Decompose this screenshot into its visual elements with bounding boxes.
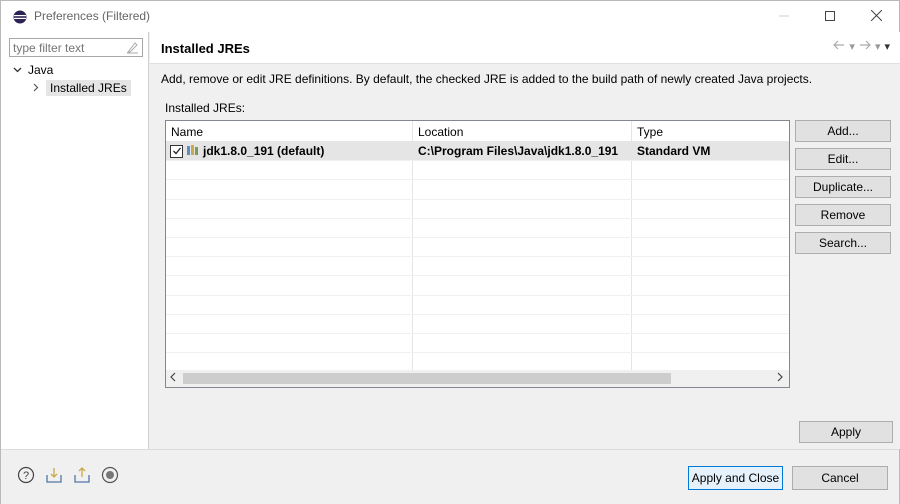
preference-page: Installed JREs ▾ ▾ ▾ Add, remove or edit… (150, 32, 900, 449)
maximize-icon (825, 10, 835, 24)
close-icon (870, 9, 882, 24)
chevron-down-icon[interactable] (13, 63, 22, 77)
eclipse-icon (13, 10, 27, 24)
forward-menu-icon[interactable]: ▾ (875, 40, 881, 53)
export-icon[interactable] (73, 466, 91, 484)
window-title: Preferences (Filtered) (34, 9, 151, 23)
tree-item-label: Installed JREs (46, 80, 131, 96)
table-row-empty (166, 257, 789, 277)
tree-item-java[interactable]: Java (13, 63, 53, 77)
preference-tree-pane: Java Installed JREs (1, 32, 149, 449)
close-button[interactable] (853, 1, 899, 32)
import-icon[interactable] (45, 466, 63, 484)
jre-name: jdk1.8.0_191 (default) (203, 144, 325, 159)
horizontal-scrollbar[interactable] (166, 370, 789, 387)
title-bar: Preferences (Filtered) (1, 1, 899, 32)
table-row-empty (166, 237, 789, 258)
remove-button[interactable]: Remove (795, 204, 891, 226)
page-navigation: ▾ ▾ ▾ (833, 40, 890, 53)
edit-button[interactable]: Edit... (795, 148, 891, 170)
column-header-type[interactable]: Type (632, 121, 789, 142)
apply-button[interactable]: Apply (799, 421, 893, 443)
jre-library-icon (186, 144, 200, 159)
scrollbar-thumb[interactable] (183, 373, 671, 384)
minimize-icon (779, 10, 789, 24)
default-jre-checkbox[interactable] (170, 144, 183, 158)
maximize-button[interactable] (807, 1, 853, 32)
table-row[interactable]: jdk1.8.0_191 (default) C:\Program Files\… (166, 142, 789, 162)
table-row-empty (166, 218, 789, 238)
apply-and-close-button[interactable]: Apply and Close (688, 466, 783, 490)
back-arrow-icon[interactable] (833, 40, 845, 53)
clear-filter-icon[interactable] (126, 41, 139, 54)
table-row-empty (166, 333, 789, 354)
svg-text:?: ? (23, 470, 29, 482)
table-body: jdk1.8.0_191 (default) C:\Program Files\… (166, 142, 789, 373)
cancel-button[interactable]: Cancel (792, 466, 888, 490)
search-button[interactable]: Search... (795, 232, 891, 254)
table-row-empty (166, 161, 789, 181)
duplicate-button[interactable]: Duplicate... (795, 176, 891, 198)
table-row-empty (166, 199, 789, 219)
scroll-right-icon[interactable] (777, 372, 783, 385)
view-menu-icon[interactable]: ▾ (884, 40, 890, 53)
table-row-empty (166, 314, 789, 334)
preferences-window: Preferences (Filtered) type filter text … (0, 0, 900, 504)
cell-type: Standard VM (637, 144, 711, 158)
filter-field[interactable] (9, 38, 143, 57)
help-icon[interactable]: ? (17, 466, 35, 484)
filter-input[interactable] (10, 39, 120, 56)
record-icon[interactable] (101, 466, 119, 484)
table-label: Installed JREs: (165, 101, 246, 115)
table-row-empty (166, 295, 789, 315)
table-row-empty (166, 180, 789, 200)
footer-icons: ? (17, 466, 119, 484)
back-menu-icon[interactable]: ▾ (849, 40, 855, 53)
cell-location: C:\Program Files\Java\jdk1.8.0_191 (413, 142, 632, 161)
cell-name: jdk1.8.0_191 (default) (166, 142, 413, 161)
column-header-name[interactable]: Name (166, 121, 413, 142)
minimize-button[interactable] (761, 1, 807, 32)
table-row-empty (166, 276, 789, 296)
tree-item-label: Java (28, 63, 54, 77)
column-header-location[interactable]: Location (413, 121, 632, 142)
page-header: Installed JREs ▾ ▾ ▾ (150, 32, 900, 64)
forward-arrow-icon[interactable] (859, 40, 871, 53)
jre-table[interactable]: Name Location Type jdk1.8.0_191 (default… (165, 120, 790, 388)
table-header: Name Location Type (166, 121, 789, 142)
tree-item-installed-jres[interactable]: Installed JREs (31, 80, 131, 96)
add-button[interactable]: Add... (795, 120, 891, 142)
dialog-button-bar: ? Apply and Close Cancel (1, 449, 899, 504)
scroll-left-icon[interactable] (170, 372, 176, 385)
chevron-right-icon[interactable] (31, 81, 40, 95)
page-description: Add, remove or edit JRE definitions. By … (161, 72, 813, 86)
page-title: Installed JREs (161, 41, 250, 56)
